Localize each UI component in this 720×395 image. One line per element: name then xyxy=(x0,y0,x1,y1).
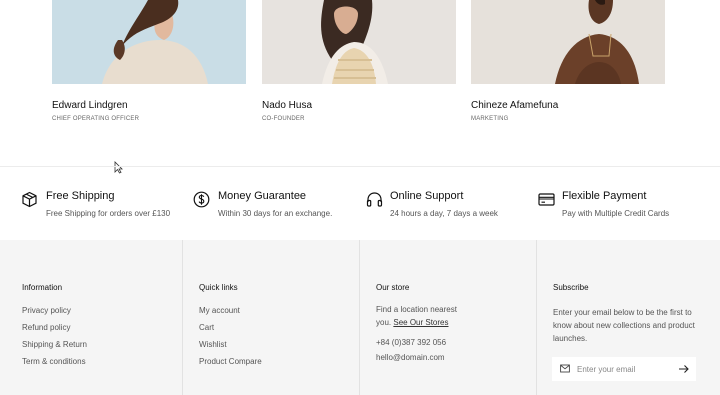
footer-store-column: Our store Find a location nearest you. S… xyxy=(359,240,536,395)
my-account-link[interactable]: My account xyxy=(199,306,240,315)
headphones-icon xyxy=(366,192,383,207)
footer-column-title: Subscribe xyxy=(553,283,589,292)
box-icon xyxy=(22,191,37,208)
footer-information-column: Information Privacy policy Refund policy… xyxy=(0,240,182,395)
feature-description: 24 hours a day, 7 days a week xyxy=(390,209,498,218)
team-member-photo xyxy=(262,0,456,84)
arrow-right-icon xyxy=(679,365,689,373)
privacy-policy-link[interactable]: Privacy policy xyxy=(22,306,71,315)
subscribe-form xyxy=(552,357,696,381)
product-compare-link[interactable]: Product Compare xyxy=(199,357,262,366)
store-location-prefix: you. xyxy=(376,318,392,327)
store-location-text: Find a location nearest xyxy=(376,305,457,314)
team-member-name: Nado Husa xyxy=(262,100,313,111)
store-phone: +84 (0)387 392 056 xyxy=(376,338,447,347)
store-email: hello@domain.com xyxy=(376,353,445,362)
feature-title: Free Shipping xyxy=(46,190,115,202)
team-member-role: MARKETING xyxy=(471,116,509,122)
refund-policy-link[interactable]: Refund policy xyxy=(22,323,70,332)
feature-description: Within 30 days for an exchange. xyxy=(218,209,333,218)
mail-icon xyxy=(560,364,570,373)
cart-link[interactable]: Cart xyxy=(199,323,214,332)
team-member-photo xyxy=(52,0,246,84)
see-our-stores-link[interactable]: See Our Stores xyxy=(393,318,448,327)
footer-quick-links-column: Quick links My account Cart Wishlist Pro… xyxy=(182,240,359,395)
team-member-card: Edward Lindgren CHIEF OPERATING OFFICER xyxy=(52,0,246,122)
dollar-icon xyxy=(193,191,210,208)
footer-column-title: Information xyxy=(22,283,63,292)
team-member-name: Edward Lindgren xyxy=(52,100,128,111)
team-member-card: Chineze Afamefuna MARKETING xyxy=(471,0,665,122)
feature-title: Online Support xyxy=(390,190,464,202)
team-member-card: Nado Husa CO-FOUNDER xyxy=(262,0,456,122)
team-member-role: CHIEF OPERATING OFFICER xyxy=(52,116,140,122)
feature-description: Free Shipping for orders over £130 xyxy=(46,209,171,218)
feature-title: Flexible Payment xyxy=(562,190,647,202)
subscribe-description: Enter your email below to be the first t… xyxy=(553,308,695,343)
shipping-return-link[interactable]: Shipping & Return xyxy=(22,340,87,349)
wishlist-link[interactable]: Wishlist xyxy=(199,340,227,349)
team-member-role: CO-FOUNDER xyxy=(262,116,305,122)
terms-conditions-link[interactable]: Term & conditions xyxy=(22,357,86,366)
team-member-name: Chineze Afamefuna xyxy=(471,100,559,111)
team-member-photo xyxy=(471,0,665,84)
features-bar: Free Shipping Free Shipping for orders o… xyxy=(0,166,720,240)
footer: Information Privacy policy Refund policy… xyxy=(0,240,720,395)
subscribe-submit-button[interactable] xyxy=(677,363,690,375)
footer-column-title: Our store xyxy=(376,283,410,292)
team-section: Edward Lindgren CHIEF OPERATING OFFICER … xyxy=(0,0,720,166)
footer-column-title: Quick links xyxy=(199,283,238,292)
store-location-line: you. See Our Stores xyxy=(376,316,449,329)
feature-title: Money Guarantee xyxy=(218,190,307,202)
email-input[interactable] xyxy=(577,361,672,377)
feature-description: Pay with Multiple Credit Cards xyxy=(562,209,670,218)
credit-card-icon xyxy=(538,193,555,206)
